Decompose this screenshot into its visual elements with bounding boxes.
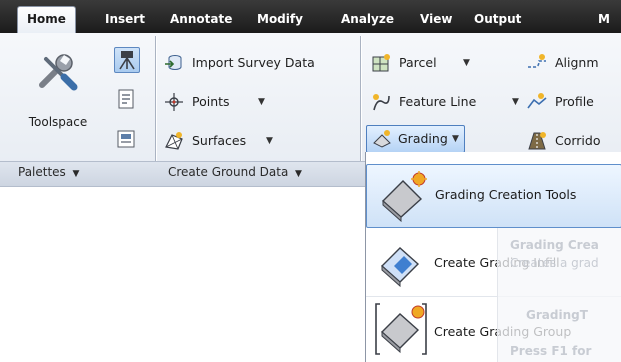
prospector-button[interactable] (114, 47, 140, 73)
alignment-label: Alignm (555, 55, 599, 70)
grading-label: Grading (398, 131, 448, 146)
surfaces-label: Surfaces (192, 133, 247, 148)
surfaces-menu-button[interactable]: Surfaces ▼ (164, 129, 274, 153)
tab-more[interactable]: M (598, 7, 610, 33)
grading-button-content: Grading ▼ (372, 127, 464, 151)
grading-menu-button[interactable]: Grading ▼ (366, 125, 465, 153)
chevron-down-icon: ▼ (69, 169, 80, 179)
profile-icon (527, 93, 547, 109)
alignment-icon (528, 54, 546, 68)
feature-line-icon (373, 94, 390, 111)
feature-line-menu-button[interactable]: Feature Line ▼ (371, 90, 521, 114)
tooltip-title: Grading Crea (510, 238, 599, 252)
panorama-button[interactable] (114, 127, 140, 153)
chevron-down-icon: ▼ (452, 134, 459, 144)
chevron-down-icon: ▼ (512, 97, 519, 107)
palettes-panel-label: Palettes (18, 165, 66, 179)
points-icon (165, 93, 183, 111)
import-survey-label: Import Survey Data (192, 55, 315, 70)
import-survey-icon (165, 55, 182, 70)
survey-tripod-icon (119, 51, 135, 70)
properties-button[interactable] (114, 87, 140, 113)
grading-group-icon (375, 303, 427, 355)
ground-panel-title[interactable]: Create Ground Data ▼ (168, 165, 302, 179)
tab-modify[interactable]: Modify (257, 7, 303, 33)
grading-infill-icon (380, 247, 420, 288)
panorama-icon (117, 130, 135, 148)
tooltip-ghost: Grading Crea Creates a grad GradingT Pre… (497, 228, 621, 362)
properties-icon (118, 89, 134, 109)
grading-creation-tools-label: Grading Creation Tools (435, 187, 577, 202)
chevron-down-icon: ▼ (266, 136, 273, 146)
grading-creation-tools-item[interactable]: Grading Creation Tools (366, 164, 621, 228)
chevron-down-icon: ▼ (463, 58, 470, 68)
chevron-down-icon: ▼ (292, 169, 302, 179)
tab-output[interactable]: Output (474, 7, 521, 33)
parcel-label: Parcel (399, 55, 437, 70)
grading-icon (373, 130, 391, 148)
tooltip-command: GradingT (526, 308, 588, 322)
alignment-menu-button[interactable]: Alignm (527, 51, 621, 75)
tab-view[interactable]: View (420, 7, 452, 33)
toolspace-button[interactable]: Toolspace (8, 45, 108, 155)
ground-panel-label: Create Ground Data (168, 165, 289, 179)
corridor-menu-button[interactable]: Corrido (527, 129, 621, 153)
points-label: Points (192, 94, 230, 109)
ribbon-tab-bar: Home Insert Annotate Modify Analyze View… (0, 0, 621, 34)
tab-analyze[interactable]: Analyze (341, 7, 394, 33)
points-menu-button[interactable]: Points ▼ (164, 90, 274, 114)
tooltip-help: Press F1 for (510, 344, 592, 358)
toolspace-icon (39, 54, 78, 91)
tab-annotate[interactable]: Annotate (170, 7, 232, 33)
parcel-icon (372, 54, 390, 72)
profile-menu-button[interactable]: Profile (527, 90, 621, 114)
feature-line-label: Feature Line (399, 94, 477, 109)
corridor-icon (528, 132, 546, 150)
corridor-label: Corrido (555, 133, 601, 148)
import-survey-data-button[interactable]: Import Survey Data (164, 51, 360, 75)
chevron-down-icon: ▼ (258, 97, 265, 107)
tab-insert[interactable]: Insert (105, 7, 145, 33)
surfaces-icon (165, 132, 183, 150)
profile-label: Profile (555, 94, 594, 109)
parcel-menu-button[interactable]: Parcel ▼ (371, 51, 481, 75)
tooltip-description: Creates a grad (510, 256, 599, 270)
tab-home[interactable]: Home (17, 6, 76, 34)
toolspace-label: Toolspace (28, 115, 88, 129)
grading-creation-tools-icon (381, 171, 427, 223)
palettes-panel-title[interactable]: Palettes ▼ (18, 165, 79, 179)
